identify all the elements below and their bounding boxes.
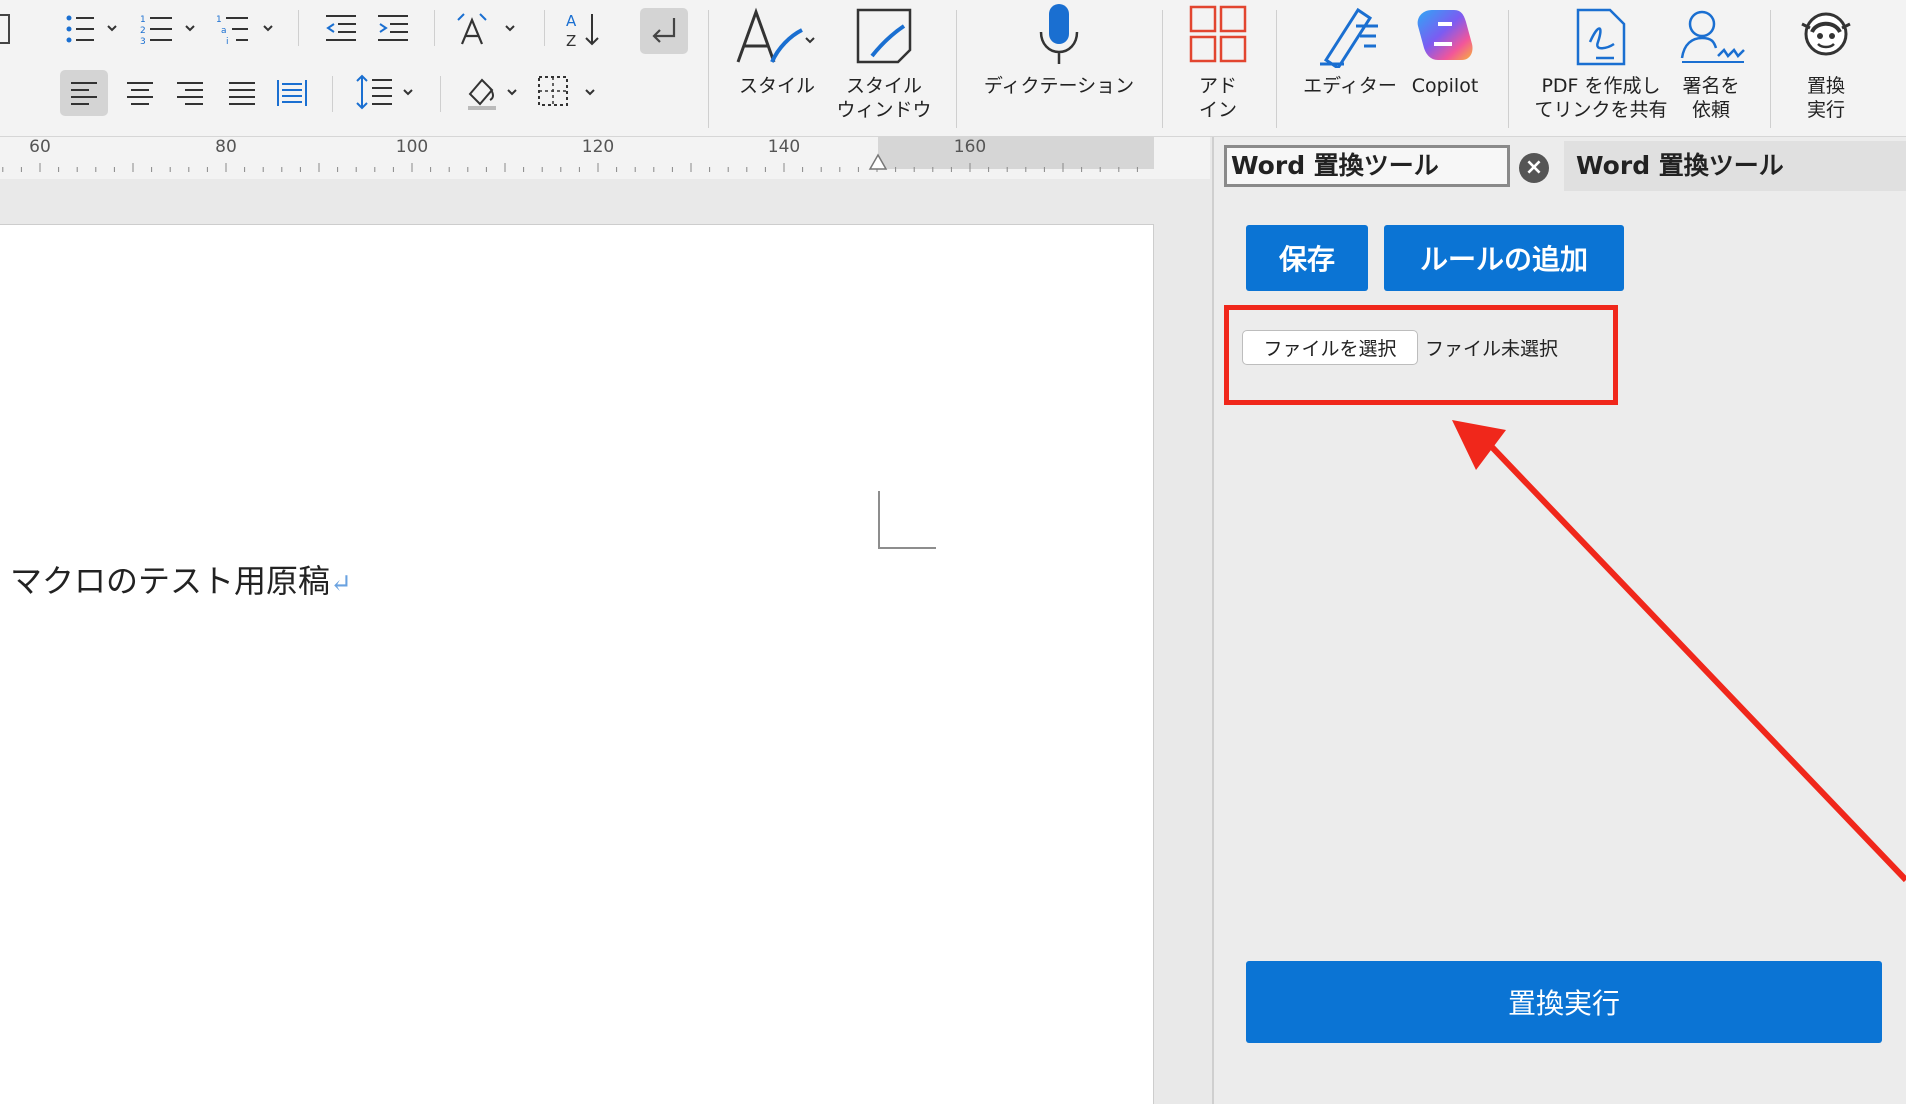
replace-run-addin-icon[interactable] (1800, 10, 1852, 58)
decrease-indent-icon[interactable] (322, 12, 360, 46)
align-right-button[interactable] (170, 70, 210, 116)
style-window-icon[interactable] (852, 4, 916, 68)
ruler-mark: 100 (395, 137, 429, 157)
taskpane-tabs: Word 置換ツール × Word 置換ツール (1214, 137, 1906, 191)
separator (708, 10, 709, 128)
separator (1276, 10, 1277, 128)
increase-indent-icon[interactable] (374, 12, 412, 46)
align-left-button[interactable] (60, 70, 108, 116)
separator (1162, 10, 1163, 128)
ribbon: 123 1ai AZ スタイル スタイル ウィンドウ ディクテーション アド イ… (0, 0, 1906, 137)
copilot-icon[interactable] (1414, 4, 1476, 66)
svg-text:2: 2 (140, 26, 146, 36)
pdf-share-icon[interactable] (1574, 6, 1630, 68)
styles-icon[interactable] (732, 4, 818, 72)
add-rule-button[interactable]: ルールの追加 (1384, 225, 1624, 291)
document-page[interactable]: マクロのテスト用原稿↵ (0, 224, 1154, 1104)
separator (544, 10, 545, 46)
partial-icon (0, 14, 10, 44)
margin-corner-mark (878, 491, 936, 549)
document-text[interactable]: マクロのテスト用原稿↵ (10, 556, 352, 602)
document-area: マクロのテスト用原稿↵ (0, 179, 1212, 1104)
taskpane: Word 置換ツール × Word 置換ツール 保存 ルールの追加 ファイルを選… (1214, 137, 1906, 1104)
taskpane-tab-inactive[interactable]: Word 置換ツール (1564, 141, 1906, 191)
close-icon[interactable]: × (1519, 153, 1549, 183)
ruler-mark: 160 (953, 137, 987, 157)
ruler-mark: 80 (215, 137, 237, 157)
align-center-button[interactable] (120, 70, 160, 116)
numbered-list-icon[interactable]: 123 (140, 12, 202, 46)
separator (956, 10, 957, 128)
sign-request-icon[interactable] (1678, 6, 1746, 66)
sort-icon[interactable]: AZ (566, 10, 602, 50)
separator (1770, 10, 1771, 128)
document-line: マクロのテスト用原稿 (10, 562, 331, 600)
svg-text:A: A (566, 12, 577, 30)
word-window: 123 1ai AZ スタイル スタイル ウィンドウ ディクテーション アド イ… (0, 0, 1906, 1104)
dictation-label[interactable]: ディクテーション (974, 74, 1144, 98)
multilevel-list-icon[interactable]: 1ai (216, 12, 280, 46)
annotation-highlight-box: ファイルを選択 ファイル未選択 (1224, 305, 1618, 405)
svg-text:a: a (221, 26, 227, 36)
run-replace-button[interactable]: 置換実行 (1246, 961, 1882, 1043)
pdf-share-label[interactable]: PDF を作成し てリンクを共有 (1526, 74, 1676, 122)
file-status-text: ファイル未選択 (1425, 338, 1559, 360)
right-indent-marker[interactable] (868, 151, 888, 171)
save-button[interactable]: 保存 (1246, 225, 1368, 291)
svg-text:1: 1 (216, 15, 222, 25)
editor-label[interactable]: エディター (1296, 74, 1404, 98)
replace-run-addin-label[interactable]: 置換 実行 (1784, 74, 1868, 122)
ruler-mark: 140 (767, 137, 801, 157)
microphone-icon[interactable] (1036, 2, 1082, 68)
borders-icon[interactable] (536, 72, 602, 112)
style-window-label[interactable]: スタイル ウィンドウ (826, 74, 942, 122)
taskpane-tab-active[interactable]: Word 置換ツール (1224, 145, 1510, 187)
distributed-button[interactable] (272, 70, 312, 116)
copilot-label[interactable]: Copilot (1400, 74, 1490, 98)
ruler[interactable]: 60 80 100 120 140 160 (0, 137, 1210, 179)
sign-request-label[interactable]: 署名を 依頼 (1666, 74, 1756, 122)
separator (440, 76, 441, 112)
shading-icon[interactable] (464, 72, 524, 112)
paragraph-mark: ↵ (330, 569, 352, 599)
styles-label[interactable]: スタイル (732, 74, 822, 98)
text-direction-icon[interactable] (456, 10, 524, 48)
line-spacing-icon[interactable] (354, 72, 420, 112)
svg-text:Z: Z (566, 32, 576, 50)
choose-file-button[interactable]: ファイルを選択 (1242, 330, 1418, 365)
addins-icon[interactable] (1188, 4, 1248, 64)
bullet-list-icon[interactable] (64, 12, 122, 46)
svg-text:i: i (226, 37, 229, 46)
separator (298, 10, 299, 46)
editor-icon[interactable] (1316, 2, 1382, 68)
separator (1508, 10, 1509, 128)
ruler-mark: 120 (581, 137, 615, 157)
separator (434, 10, 435, 46)
show-formatting-button[interactable] (640, 8, 688, 54)
ruler-mark: 60 (29, 137, 51, 157)
svg-text:3: 3 (140, 37, 146, 46)
separator (332, 76, 333, 112)
svg-text:1: 1 (140, 15, 146, 25)
addins-label[interactable]: アド イン (1178, 74, 1258, 122)
justify-button[interactable] (222, 70, 262, 116)
